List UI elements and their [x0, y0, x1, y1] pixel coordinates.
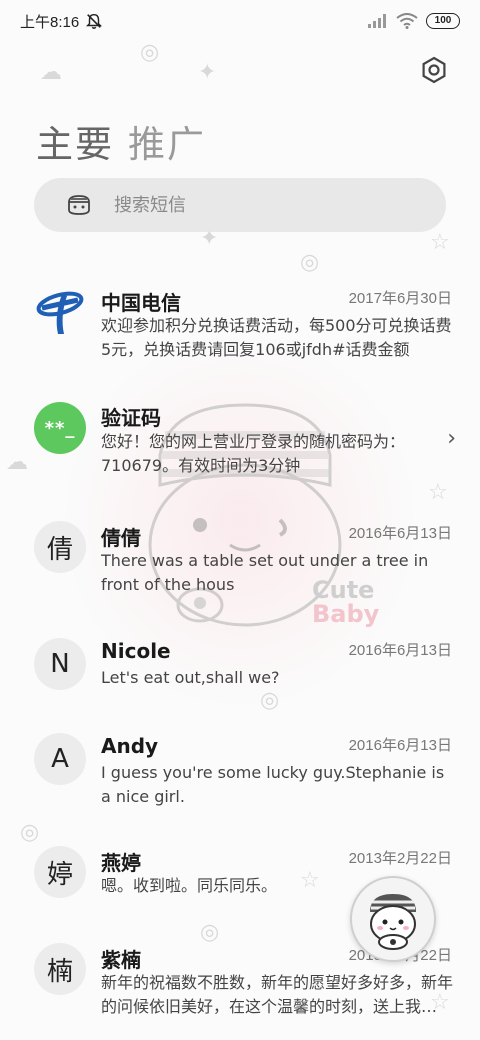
conversation-name: 燕婷	[101, 851, 141, 875]
china-telecom-logo-icon	[36, 291, 84, 334]
conversation-item[interactable]: 倩 倩倩 2016年6月13日 There was a table set ou…	[0, 513, 480, 613]
category-tabs: 主要 推广	[36, 114, 206, 168]
wifi-icon	[396, 13, 418, 29]
status-indicators: 100	[368, 13, 460, 29]
conversation-name: Nicole	[101, 639, 171, 663]
cat-avatar-icon	[370, 894, 416, 950]
search-bar[interactable]	[34, 178, 446, 232]
conversation-name: Andy	[101, 734, 159, 758]
battery-indicator: 100	[426, 13, 460, 29]
avatar: A	[34, 733, 86, 785]
conversation-date: 2016年6月13日	[348, 525, 452, 542]
status-time: 上午8:16	[20, 13, 80, 31]
avatar: N	[34, 638, 86, 690]
conversation-date: 2017年6月30日	[348, 290, 452, 307]
conversation-date: 2016年6月13日	[348, 642, 452, 659]
conversation-date: 2013年2月22日	[348, 850, 452, 867]
sparkle-doodle: ✦	[198, 60, 217, 85]
conversation-item[interactable]: 中国电信 2017年6月30日 欢迎参加积分兑换话费活动，每500分可兑换话费5…	[0, 270, 480, 380]
signal-icon	[368, 14, 386, 28]
conversation-name: 倩倩	[101, 526, 141, 550]
compose-button[interactable]	[350, 876, 436, 962]
conversation-name: 验证码	[101, 406, 161, 430]
chevron-right-icon[interactable]: ›	[447, 426, 456, 451]
conversation-item[interactable]: N Nicole 2016年6月13日 Let's eat out,shall …	[0, 630, 480, 720]
conversation-preview: 新年的祝福数不胜数，新年的愿望好多好多，新年的问候依旧美好，在这个温馨的时刻，送…	[101, 973, 453, 1016]
status-bar: 上午8:16 100	[0, 0, 480, 42]
swirl-doodle: ◎	[140, 40, 160, 65]
tab-primary[interactable]: 主要	[36, 114, 114, 168]
conversation-item[interactable]: **_ 验证码 您好！您的网上营业厅登录的随机密码为：710679。有效时间为3…	[0, 396, 480, 496]
star-doodle: ☆	[430, 230, 450, 255]
settings-button[interactable]	[416, 52, 452, 88]
gear-hexagon-icon	[422, 56, 446, 84]
conversation-preview: 您好！您的网上营业厅登录的随机密码为：710679。有效时间为3分钟	[101, 432, 406, 475]
conversation-preview: 欢迎参加积分兑换话费活动，每500分可兑换话费5元，兑换话费请回复106或jfd…	[101, 316, 452, 359]
avatar: 婷	[34, 846, 86, 898]
conversation-preview: I guess you're some lucky guy.Stephanie …	[101, 763, 445, 806]
avatar	[34, 286, 86, 338]
conversation-item[interactable]: A Andy 2016年6月13日 I guess you're some lu…	[0, 725, 480, 825]
conversation-date: 2016年6月13日	[348, 737, 452, 754]
avatar: 倩	[34, 521, 86, 573]
tab-promotions[interactable]: 推广	[128, 114, 206, 168]
cat-face-icon	[68, 195, 90, 215]
conversation-name: 紫楠	[101, 948, 141, 972]
cloud-doodle: ☁	[40, 60, 62, 85]
search-input[interactable]	[114, 194, 394, 216]
conversation-preview: Let's eat out,shall we?	[101, 668, 280, 687]
conversation-name: 中国电信	[101, 291, 181, 315]
avatar: **_	[34, 402, 86, 454]
bell-off-icon	[86, 13, 103, 29]
conversation-preview: There was a table set out under a tree i…	[101, 551, 429, 594]
avatar: 楠	[34, 943, 86, 995]
